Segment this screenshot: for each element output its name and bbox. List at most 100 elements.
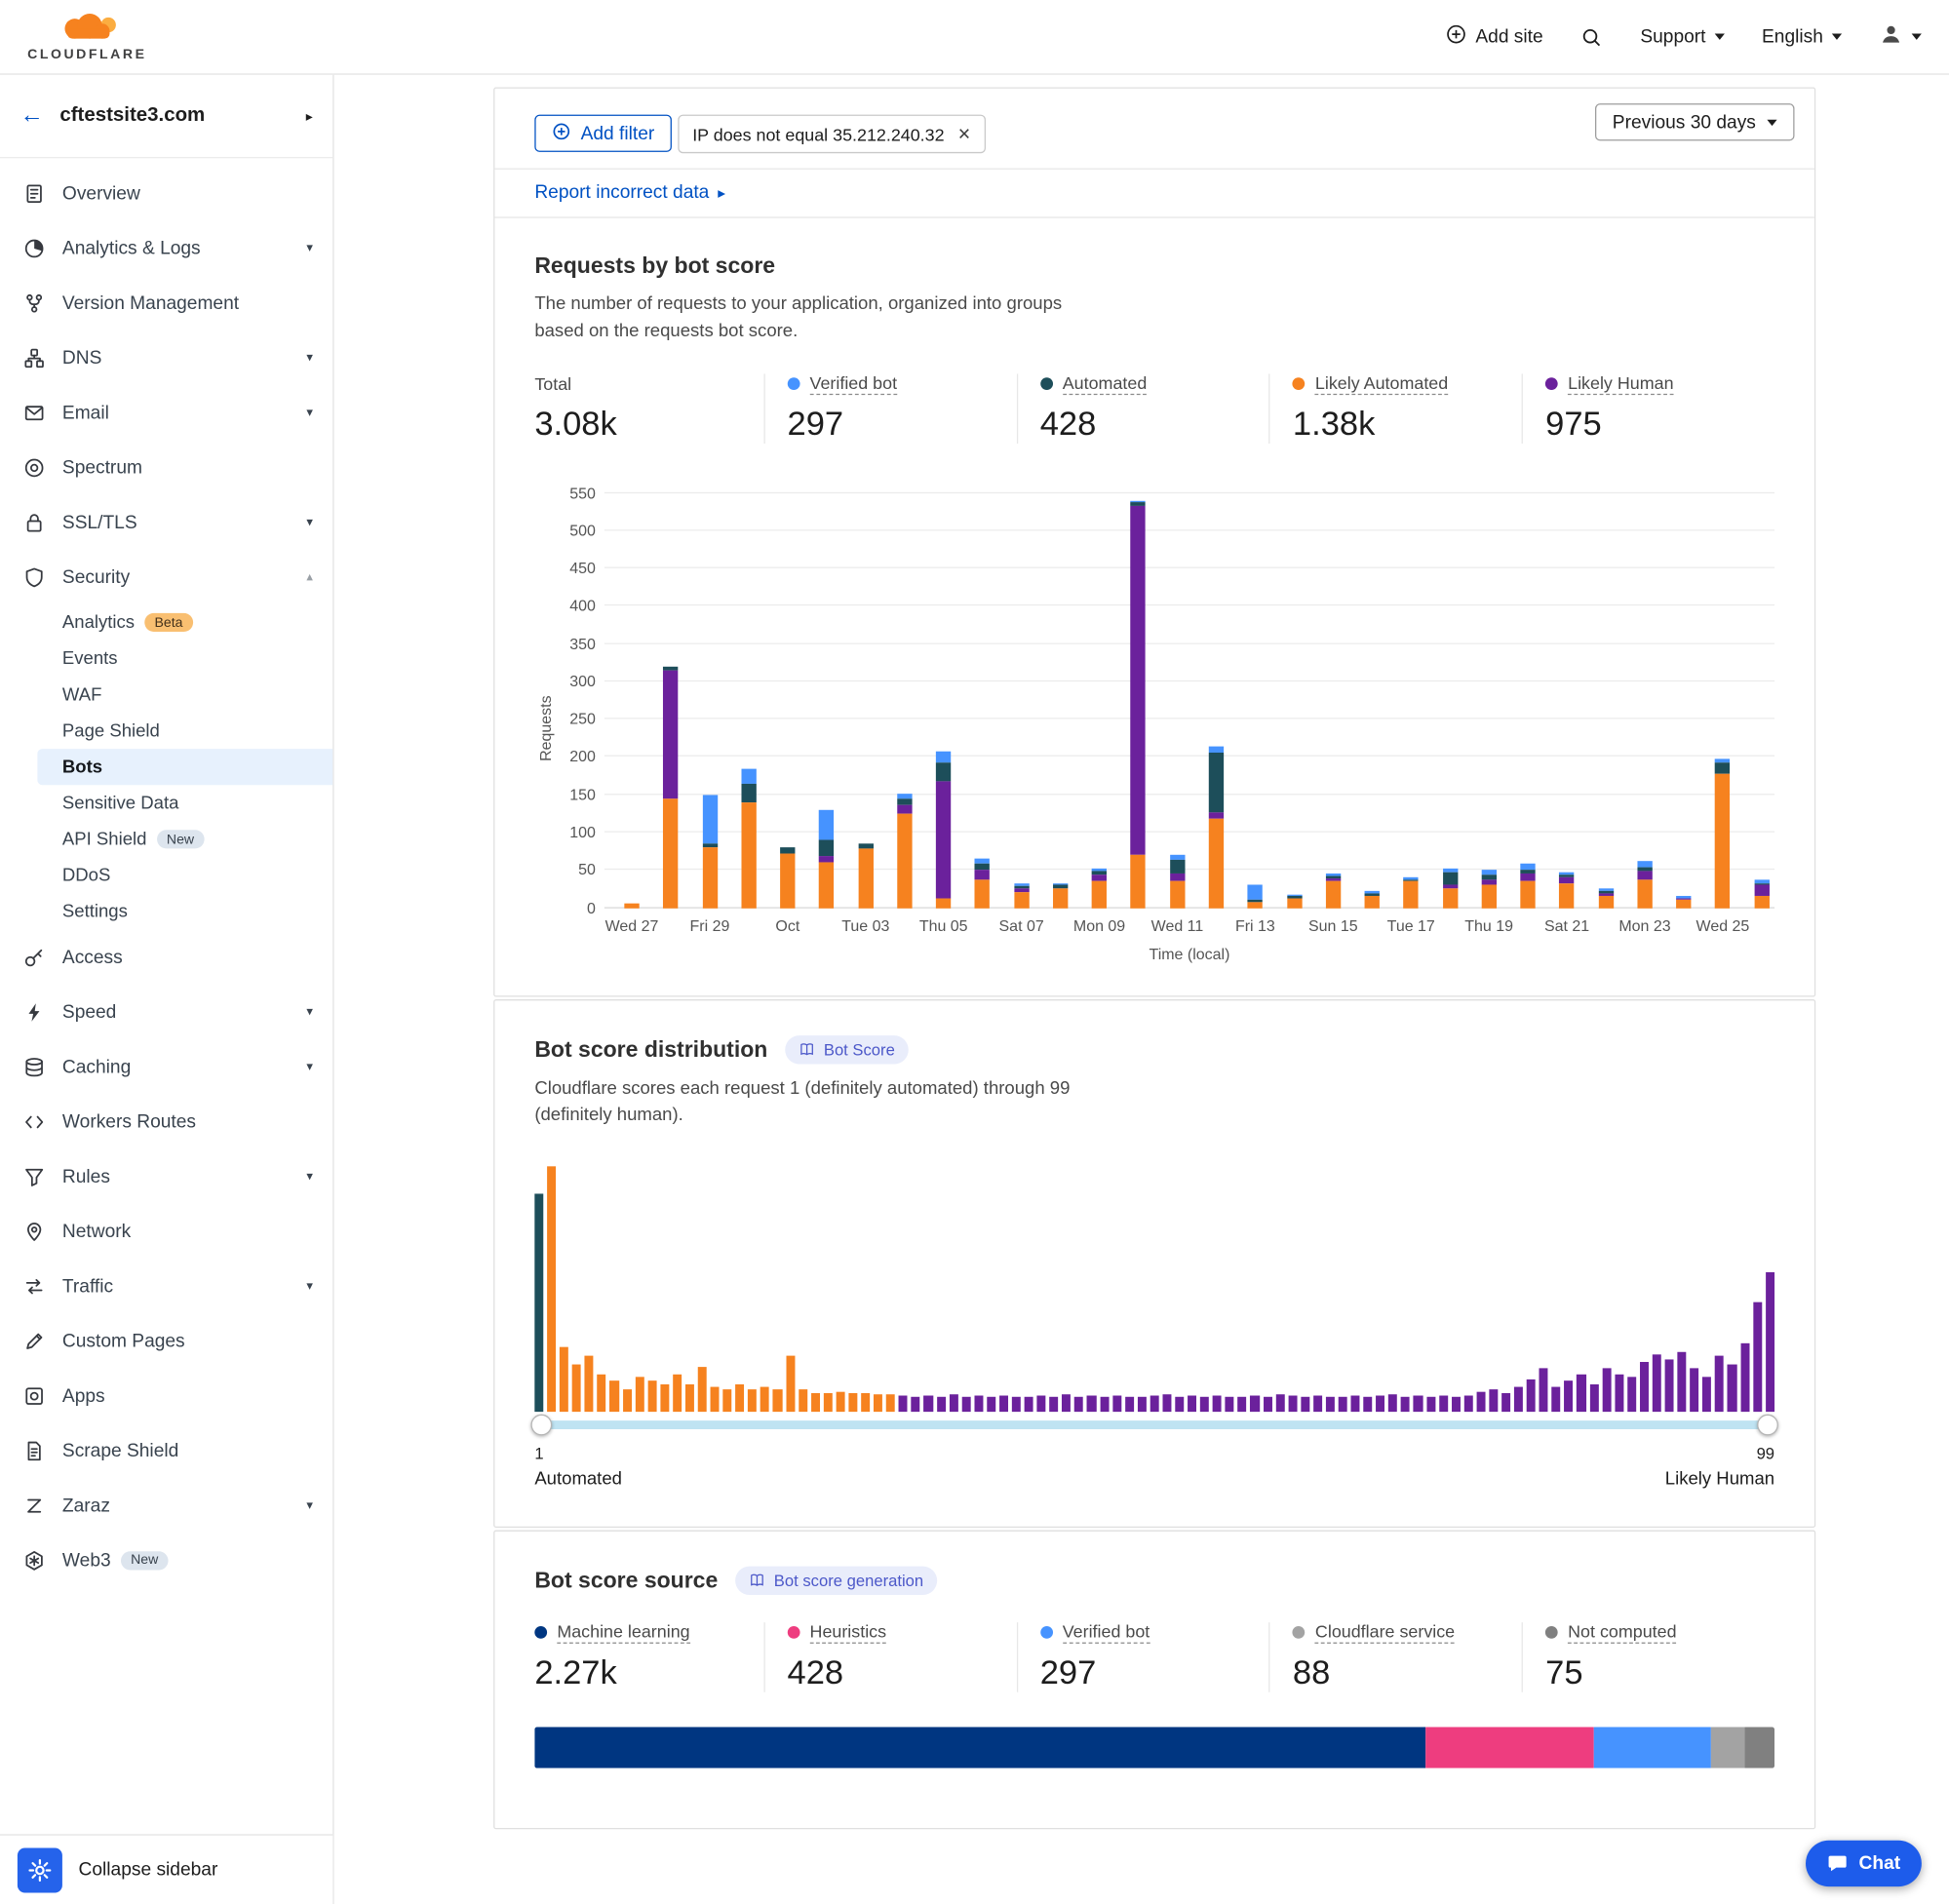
sidebar-item-custom-pages[interactable]: Custom Pages [0,1313,332,1368]
sidebar-item-email[interactable]: Email▾ [0,385,332,440]
slider-handle-min[interactable] [530,1415,552,1436]
sidebar-item-sensitive-data[interactable]: Sensitive Data [0,785,332,821]
stacked-bar[interactable] [1676,897,1691,909]
stacked-bar[interactable] [1326,874,1341,908]
report-incorrect-data-link[interactable]: Report incorrect data ▸ [534,182,725,204]
stacked-bar[interactable] [624,904,639,908]
stacked-bar[interactable] [1559,872,1574,908]
site-switcher-icon[interactable]: ▸ [306,108,313,125]
histogram-bar [1049,1397,1058,1412]
legend-dot [1545,377,1558,390]
stat-label[interactable]: Automated [1063,372,1148,395]
stacked-bar[interactable] [819,810,834,909]
collapse-sidebar[interactable]: Collapse sidebar [79,1859,218,1881]
sidebar-item-settings[interactable]: Settings [0,893,332,929]
bar-segment-verified_bot [936,751,951,762]
x-tick-label: Wed 27 [605,916,659,934]
stacked-bar[interactable] [702,795,717,908]
stacked-bar[interactable] [975,859,990,908]
stacked-bar[interactable] [741,768,756,908]
sidebar-item-web3[interactable]: Web3New [0,1533,332,1587]
stacked-bar[interactable] [1248,885,1263,908]
histogram-bar [547,1166,556,1412]
sidebar-item-scrape-shield[interactable]: Scrape Shield [0,1423,332,1478]
stacked-bar[interactable] [663,667,678,909]
stat-label[interactable]: Heuristics [810,1621,887,1644]
bot-score-docs-badge[interactable]: Bot Score [785,1034,909,1063]
sidebar-item-page-shield[interactable]: Page Shield [0,713,332,749]
sidebar-item-ddos[interactable]: DDoS [0,857,332,893]
arrow-right-icon: ▸ [718,184,725,202]
stacked-bar[interactable] [1598,889,1613,908]
sidebar-item-workers-routes[interactable]: Workers Routes [0,1094,332,1148]
stacked-bar[interactable] [1053,883,1068,909]
sidebar-item-ssl-tls[interactable]: SSL/TLS▾ [0,494,332,549]
x-tick-label: Wed 11 [1151,916,1204,934]
stacked-bar[interactable] [858,843,873,908]
account-menu[interactable] [1879,22,1921,51]
sidebar-item-access[interactable]: Access [0,929,332,984]
histogram-bar [1552,1387,1561,1413]
histogram-bar [1226,1397,1234,1412]
date-range-selector[interactable]: Previous 30 days [1595,103,1795,140]
stacked-bar[interactable] [1287,894,1302,908]
add-site-button[interactable]: Add site [1446,23,1543,50]
stacked-bar[interactable] [780,847,795,908]
stat-label[interactable]: Likely Automated [1315,372,1448,395]
search-icon[interactable] [1580,25,1603,48]
remove-filter-icon[interactable]: × [958,124,971,145]
sidebar-item-security[interactable]: Security▴ [0,550,332,604]
cloudflare-logo[interactable]: CLOUDFLARE [27,12,146,61]
stacked-bar[interactable] [1443,869,1458,908]
sidebar-item-dns[interactable]: DNS▾ [0,330,332,385]
add-filter-button[interactable]: Add filter [534,115,672,152]
back-arrow-icon[interactable]: ← [19,102,43,130]
stacked-bar[interactable] [1715,758,1730,908]
sidebar-item-traffic[interactable]: Traffic▾ [0,1259,332,1313]
histogram-bar [799,1389,807,1412]
stat-label[interactable]: Likely Human [1568,372,1673,395]
language-menu[interactable]: English [1762,26,1842,48]
filter-chip[interactable]: IP does not equal 35.212.240.32 × [678,115,986,154]
stacked-bar[interactable] [1754,879,1769,908]
sidebar-item-rules[interactable]: Rules▾ [0,1148,332,1203]
support-menu[interactable]: Support [1640,26,1724,48]
stacked-bar[interactable] [1404,877,1419,908]
sidebar-item-security-events[interactable]: Events [0,641,332,677]
stacked-bar[interactable] [1170,855,1185,908]
sidebar-item-apps[interactable]: Apps [0,1368,332,1422]
stacked-bar[interactable] [1520,864,1535,908]
stacked-bar[interactable] [1365,891,1380,908]
sidebar-item-version-management[interactable]: Version Management [0,275,332,330]
stacked-bar[interactable] [1637,861,1652,908]
sidebar-item-overview[interactable]: Overview [0,166,332,220]
slider-track[interactable] [534,1420,1774,1429]
quick-actions-button[interactable] [18,1847,62,1892]
stacked-bar[interactable] [1014,883,1029,908]
chat-button[interactable]: Chat [1806,1841,1922,1886]
stat-label[interactable]: Cloudflare service [1315,1621,1455,1644]
stat-label[interactable]: Verified bot [810,372,898,395]
sidebar-item-speed[interactable]: Speed▾ [0,985,332,1039]
sidebar-item-caching[interactable]: Caching▾ [0,1039,332,1094]
stat-label[interactable]: Machine learning [557,1621,689,1644]
stat-label[interactable]: Not computed [1568,1621,1676,1644]
stacked-bar[interactable] [1481,870,1496,908]
site-name: cftestsite3.com [59,104,290,127]
sidebar-item-bots[interactable]: Bots [37,749,332,785]
stat-label[interactable]: Verified bot [1063,1621,1150,1644]
sidebar-item-analytics-logs[interactable]: Analytics & Logs▾ [0,220,332,275]
sidebar-item-network[interactable]: Network [0,1204,332,1259]
sidebar-item-spectrum[interactable]: Spectrum [0,440,332,494]
stacked-bar[interactable] [1131,500,1146,908]
sidebar-item-api-shield[interactable]: API ShieldNew [0,821,332,857]
stacked-bar[interactable] [897,794,912,909]
sidebar-item-zaraz[interactable]: Zaraz▾ [0,1478,332,1533]
stacked-bar[interactable] [936,751,951,908]
slider-handle-max[interactable] [1757,1415,1778,1436]
bot-score-generation-docs-badge[interactable]: Bot score generation [735,1567,937,1595]
stacked-bar[interactable] [1209,747,1224,909]
stacked-bar[interactable] [1092,869,1107,908]
sidebar-item-waf[interactable]: WAF [0,677,332,713]
sidebar-item-security-analytics[interactable]: AnalyticsBeta [0,604,332,641]
